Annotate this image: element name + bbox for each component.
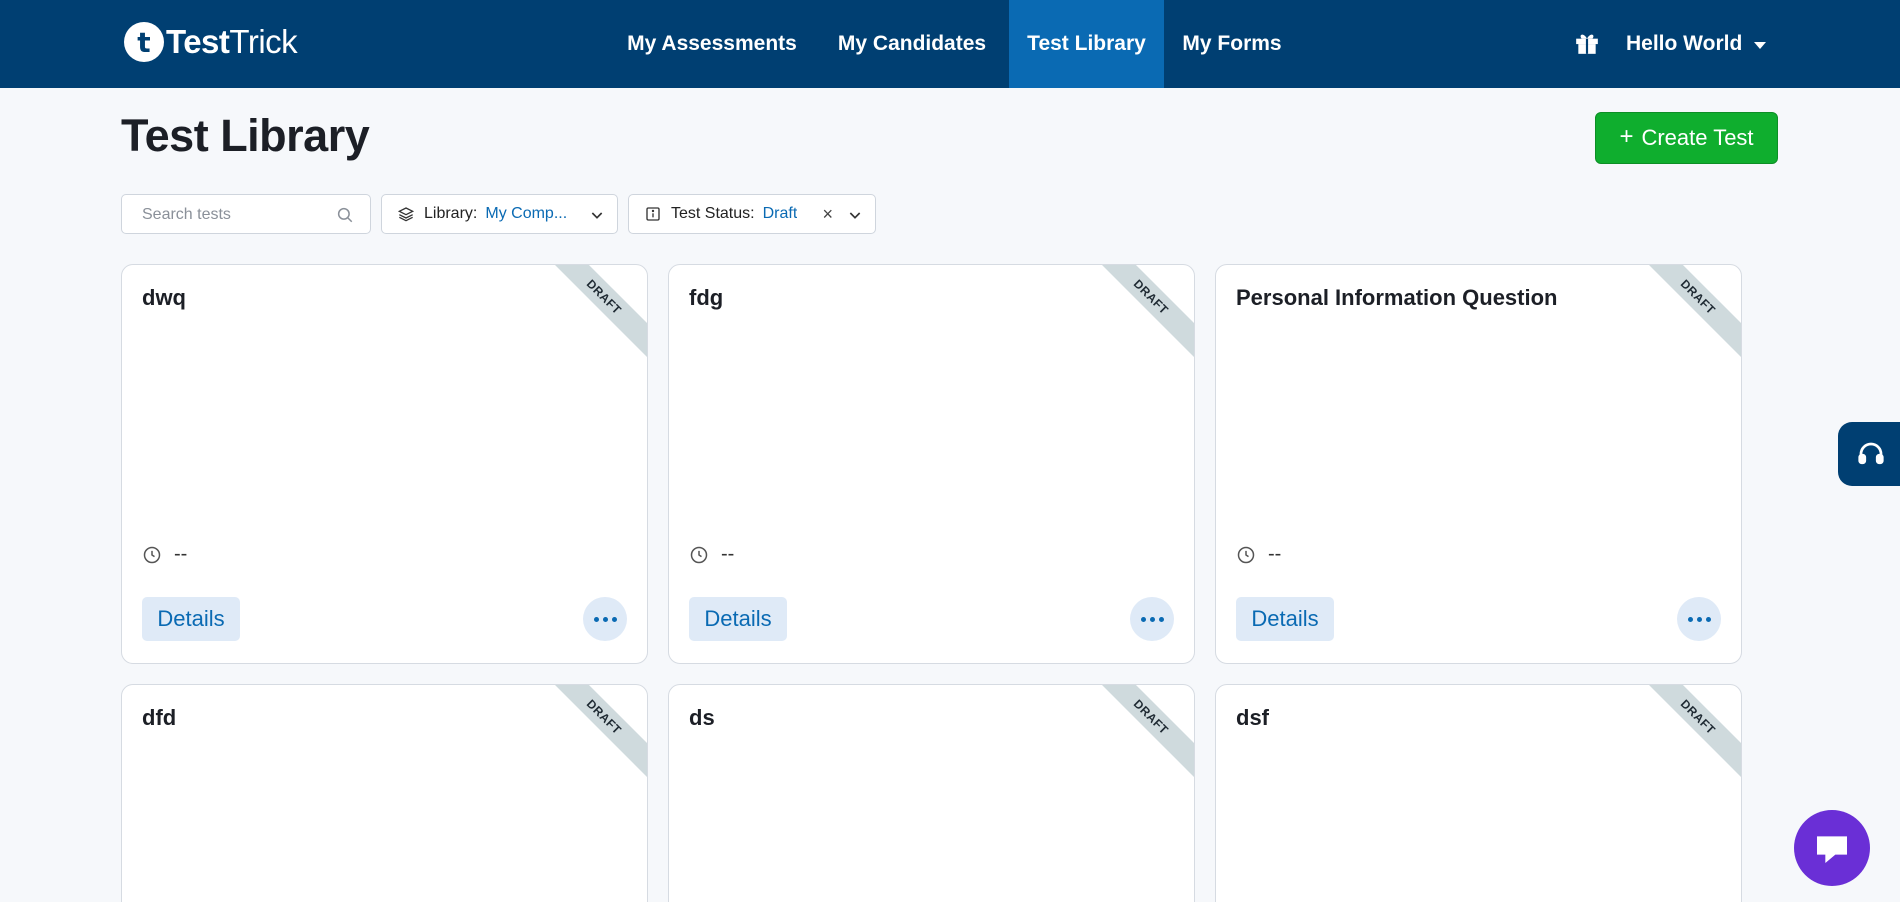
- page-title: Test Library: [121, 110, 370, 161]
- user-name: Hello World: [1626, 32, 1743, 55]
- nav-my-forms[interactable]: My Forms: [1164, 0, 1300, 88]
- dot: [1705, 616, 1711, 622]
- nav-my-candidates[interactable]: My Candidates: [816, 0, 1008, 88]
- gift-icon[interactable]: [1574, 30, 1600, 56]
- status-filter-value: Draft: [762, 205, 798, 222]
- details-button[interactable]: Details: [142, 597, 240, 641]
- test-card: ds DRAFT: [668, 684, 1195, 902]
- dot: [1696, 616, 1702, 622]
- dot: [1687, 616, 1693, 622]
- test-card: dsf DRAFT: [1215, 684, 1742, 902]
- draft-ribbon: DRAFT: [1629, 685, 1741, 786]
- logo-text: TestTrick: [166, 23, 298, 61]
- library-filter-value: My Comp...: [485, 205, 568, 222]
- logo-mark: t: [124, 22, 164, 62]
- search-icon[interactable]: [336, 206, 354, 224]
- more-options-button[interactable]: [1130, 597, 1174, 641]
- plus-icon: +: [1619, 123, 1634, 150]
- status-filter-label: Test Status:: [671, 205, 755, 222]
- more-options-button[interactable]: [1677, 597, 1721, 641]
- dot: [1158, 616, 1164, 622]
- search-box: [121, 194, 371, 234]
- card-title: dsf: [1236, 705, 1269, 730]
- top-navbar: t TestTrick My Assessments My Candidates…: [0, 0, 1900, 88]
- chat-icon: [1817, 836, 1847, 863]
- duration-value: --: [1268, 543, 1282, 565]
- dot: [611, 616, 617, 622]
- more-options-button[interactable]: [583, 597, 627, 641]
- logo-text-bold: Test: [166, 23, 230, 60]
- card-duration: --: [142, 543, 187, 566]
- info-icon: [646, 207, 660, 221]
- chevron-down-icon: [849, 212, 861, 219]
- search-input[interactable]: [142, 204, 332, 226]
- clock-icon: [690, 546, 708, 563]
- card-title: ds: [689, 705, 715, 730]
- card-title: Personal Information Question: [1236, 285, 1558, 310]
- nav-my-assessments[interactable]: My Assessments: [612, 0, 812, 88]
- dot: [1149, 616, 1155, 622]
- chat-launcher[interactable]: [1794, 810, 1870, 886]
- draft-ribbon: DRAFT: [1082, 685, 1194, 786]
- details-button[interactable]: Details: [689, 597, 787, 641]
- caret-down-icon: [1754, 41, 1767, 49]
- nav-test-library[interactable]: Test Library: [1009, 0, 1164, 88]
- draft-ribbon: DRAFT: [535, 265, 647, 366]
- layers-icon: [398, 207, 414, 222]
- draft-ribbon: DRAFT: [535, 685, 647, 786]
- test-card: dwq DRAFT -- Details: [121, 264, 648, 664]
- card-duration: --: [1236, 543, 1281, 566]
- create-test-button[interactable]: + Create Test: [1595, 112, 1778, 164]
- headset-icon: [1858, 442, 1884, 465]
- card-duration: --: [689, 543, 734, 566]
- logo-text-light: Trick: [229, 23, 298, 60]
- create-test-label: Create Test: [1641, 125, 1754, 150]
- duration-value: --: [721, 543, 735, 565]
- library-filter[interactable]: Library: My Comp...: [381, 194, 618, 234]
- library-filter-label: Library:: [424, 205, 478, 222]
- card-title: fdg: [689, 285, 724, 310]
- dot: [1140, 616, 1146, 622]
- duration-value: --: [174, 543, 188, 565]
- clock-icon: [1237, 546, 1255, 563]
- brand-logo[interactable]: t TestTrick: [124, 20, 298, 64]
- test-card: fdg DRAFT -- Details: [668, 264, 1195, 664]
- card-title: dwq: [142, 285, 186, 310]
- card-title: dfd: [142, 705, 177, 730]
- status-filter[interactable]: Test Status: Draft ×: [628, 194, 876, 234]
- dot: [602, 616, 608, 622]
- dot: [593, 616, 599, 622]
- support-tab[interactable]: [1838, 422, 1900, 486]
- chevron-down-icon: [591, 212, 603, 219]
- draft-ribbon: DRAFT: [1082, 265, 1194, 366]
- test-card: Personal Information Question DRAFT -- D…: [1215, 264, 1742, 664]
- clock-icon: [143, 546, 161, 563]
- clear-status-icon[interactable]: ×: [822, 204, 833, 225]
- test-card: dfd DRAFT: [121, 684, 648, 902]
- user-menu[interactable]: Hello World: [1626, 0, 1767, 88]
- draft-ribbon: DRAFT: [1629, 265, 1741, 366]
- details-button[interactable]: Details: [1236, 597, 1334, 641]
